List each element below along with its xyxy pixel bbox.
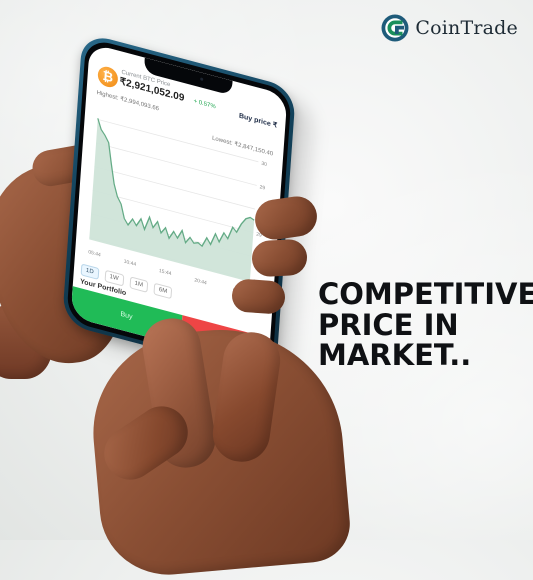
- tab-1m[interactable]: 1M: [129, 276, 149, 293]
- x-axis-label: 15:44: [159, 268, 172, 277]
- brand-logo: CoinTrade: [380, 13, 518, 43]
- cointrade-logo-icon: [381, 14, 409, 42]
- brand-name: CoinTrade: [415, 17, 518, 39]
- tab-1d[interactable]: 1D: [80, 263, 100, 280]
- x-axis-label: 10:44: [123, 259, 136, 268]
- y-axis-label: 29: [259, 184, 265, 191]
- tab-6m[interactable]: 6M: [153, 282, 173, 300]
- x-axis-label: 05:44: [88, 249, 101, 258]
- left-finger-3: [230, 278, 287, 315]
- buy-price-label[interactable]: Buy price ₹: [239, 112, 278, 130]
- x-axis-label: 20:44: [194, 277, 207, 286]
- camera-icon: [199, 77, 204, 82]
- chart-gridline: [96, 142, 257, 186]
- tab-1w[interactable]: 1W: [104, 269, 125, 287]
- headline-line-2: PRICE IN: [318, 307, 459, 342]
- headline: COMPETITIVE PRICE IN MARKET..: [318, 277, 533, 373]
- headline-line-1: COMPETITIVE: [318, 277, 533, 311]
- left-finger-2: [251, 238, 308, 278]
- headline-line-3: MARKET..: [318, 338, 472, 373]
- bitcoin-icon: ₿: [97, 64, 119, 90]
- price-change-percent: + 0.57%: [193, 98, 216, 111]
- y-axis-label: 30: [261, 161, 267, 168]
